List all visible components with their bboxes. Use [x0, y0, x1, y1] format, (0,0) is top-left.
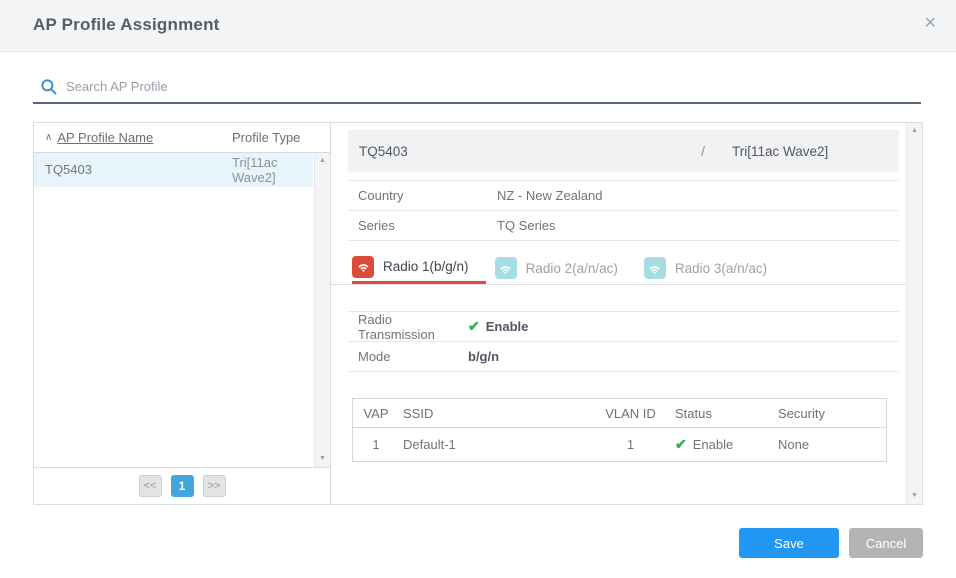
profile-type-cell: Tri[11ac Wave2]	[232, 155, 313, 185]
radio-settings: Radio Transmission ✔ Enable Mode b/g/n	[348, 311, 899, 372]
profile-list-scrollbar[interactable]: ▲ ▼	[314, 153, 330, 467]
search-bar	[33, 76, 921, 104]
radio-transmission-row: Radio Transmission ✔ Enable	[348, 312, 899, 342]
scroll-up-icon[interactable]: ▲	[911, 127, 918, 135]
pagination-next-button[interactable]: >>	[203, 475, 226, 497]
cancel-button[interactable]: Cancel	[849, 528, 923, 558]
tab-radio-3-label: Radio 3(a/n/ac)	[675, 261, 767, 276]
scroll-down-icon[interactable]: ▼	[911, 492, 918, 500]
security-header: Security	[768, 406, 886, 421]
vap-table-row[interactable]: 1 Default-1 1 ✔ Enable None	[353, 428, 886, 461]
search-icon	[40, 78, 58, 96]
mode-label: Mode	[348, 349, 468, 364]
security-cell: None	[768, 437, 886, 452]
save-button[interactable]: Save	[739, 528, 839, 558]
profile-list: TQ5403 Tri[11ac Wave2] ▲ ▼	[34, 153, 330, 467]
detail-header: TQ5403 / Tri[11ac Wave2]	[348, 130, 899, 172]
search-input[interactable]	[66, 79, 921, 100]
status-value: Enable	[693, 437, 733, 452]
close-icon[interactable]: ×	[924, 13, 936, 33]
vlan-id-cell: 1	[598, 437, 663, 452]
detail-profile-type: Tri[11ac Wave2]	[732, 144, 899, 159]
vlan-id-header: VLAN ID	[598, 406, 663, 421]
ap-profile-name-label[interactable]: AP Profile Name	[57, 130, 153, 145]
profile-list-panel: ∧ AP Profile Name Profile Type TQ5403 Tr…	[34, 123, 331, 504]
vap-cell: 1	[353, 437, 399, 452]
radio-transmission-label: Radio Transmission	[348, 312, 468, 342]
pagination: << 1 >>	[34, 467, 330, 504]
dialog-header: AP Profile Assignment ×	[0, 0, 956, 52]
profile-detail-panel: TQ5403 / Tri[11ac Wave2] Country NZ - Ne…	[331, 123, 922, 504]
mode-row: Mode b/g/n	[348, 342, 899, 372]
tab-radio-1-label: Radio 1(b/g/n)	[383, 259, 469, 274]
status-cell: ✔ Enable	[663, 436, 768, 453]
check-icon: ✔	[675, 436, 687, 453]
country-value: NZ - New Zealand	[497, 188, 602, 203]
tab-radio-3[interactable]: Radio 3(a/n/ac)	[644, 252, 784, 284]
dialog-title: AP Profile Assignment	[33, 15, 220, 35]
vap-table-header: VAP SSID VLAN ID Status Security	[353, 399, 886, 428]
detail-fields: Country NZ - New Zealand Series TQ Serie…	[348, 180, 899, 241]
ssid-header: SSID	[399, 406, 598, 421]
series-value: TQ Series	[497, 218, 556, 233]
profile-list-header: ∧ AP Profile Name Profile Type	[34, 123, 330, 153]
tab-radio-1[interactable]: Radio 1(b/g/n)	[352, 252, 486, 284]
ssid-cell: Default-1	[399, 437, 598, 452]
check-icon: ✔	[468, 318, 480, 335]
wifi-icon	[352, 256, 374, 278]
wifi-icon	[495, 257, 517, 279]
profile-row-tq5403[interactable]: TQ5403 Tri[11ac Wave2]	[34, 153, 313, 187]
series-label: Series	[348, 218, 497, 233]
content-area: ∧ AP Profile Name Profile Type TQ5403 Tr…	[33, 122, 923, 505]
profile-name-cell: TQ5403	[34, 162, 232, 177]
series-row: Series TQ Series	[348, 211, 899, 241]
scroll-up-icon[interactable]: ▲	[319, 157, 326, 165]
radio-transmission-value: Enable	[486, 319, 529, 334]
country-label: Country	[348, 188, 497, 203]
wifi-icon	[644, 257, 666, 279]
mode-value: b/g/n	[468, 349, 499, 364]
radio-tabs: Radio 1(b/g/n) Radio 2(a/n/ac)	[331, 252, 906, 285]
sort-ascending-icon[interactable]: ∧	[45, 132, 52, 143]
pagination-prev-button[interactable]: <<	[139, 475, 162, 497]
vap-header: VAP	[353, 406, 399, 421]
country-row: Country NZ - New Zealand	[348, 181, 899, 211]
status-header: Status	[663, 406, 768, 421]
tab-radio-2[interactable]: Radio 2(a/n/ac)	[495, 252, 635, 284]
detail-separator: /	[701, 144, 705, 159]
detail-panel-scrollbar[interactable]: ▲ ▼	[906, 123, 922, 504]
ap-profile-assignment-dialog: AP Profile Assignment × ∧ AP Profile Nam…	[0, 0, 956, 578]
vap-table: VAP SSID VLAN ID Status Security 1 Defau…	[352, 398, 887, 462]
column-header-profile-type: Profile Type	[232, 130, 330, 145]
detail-profile-name: TQ5403	[348, 144, 701, 159]
scroll-down-icon[interactable]: ▼	[319, 455, 326, 463]
tab-radio-2-label: Radio 2(a/n/ac)	[526, 261, 618, 276]
column-header-ap-profile-name[interactable]: ∧ AP Profile Name	[34, 130, 232, 145]
pagination-page-1-button[interactable]: 1	[171, 475, 194, 497]
